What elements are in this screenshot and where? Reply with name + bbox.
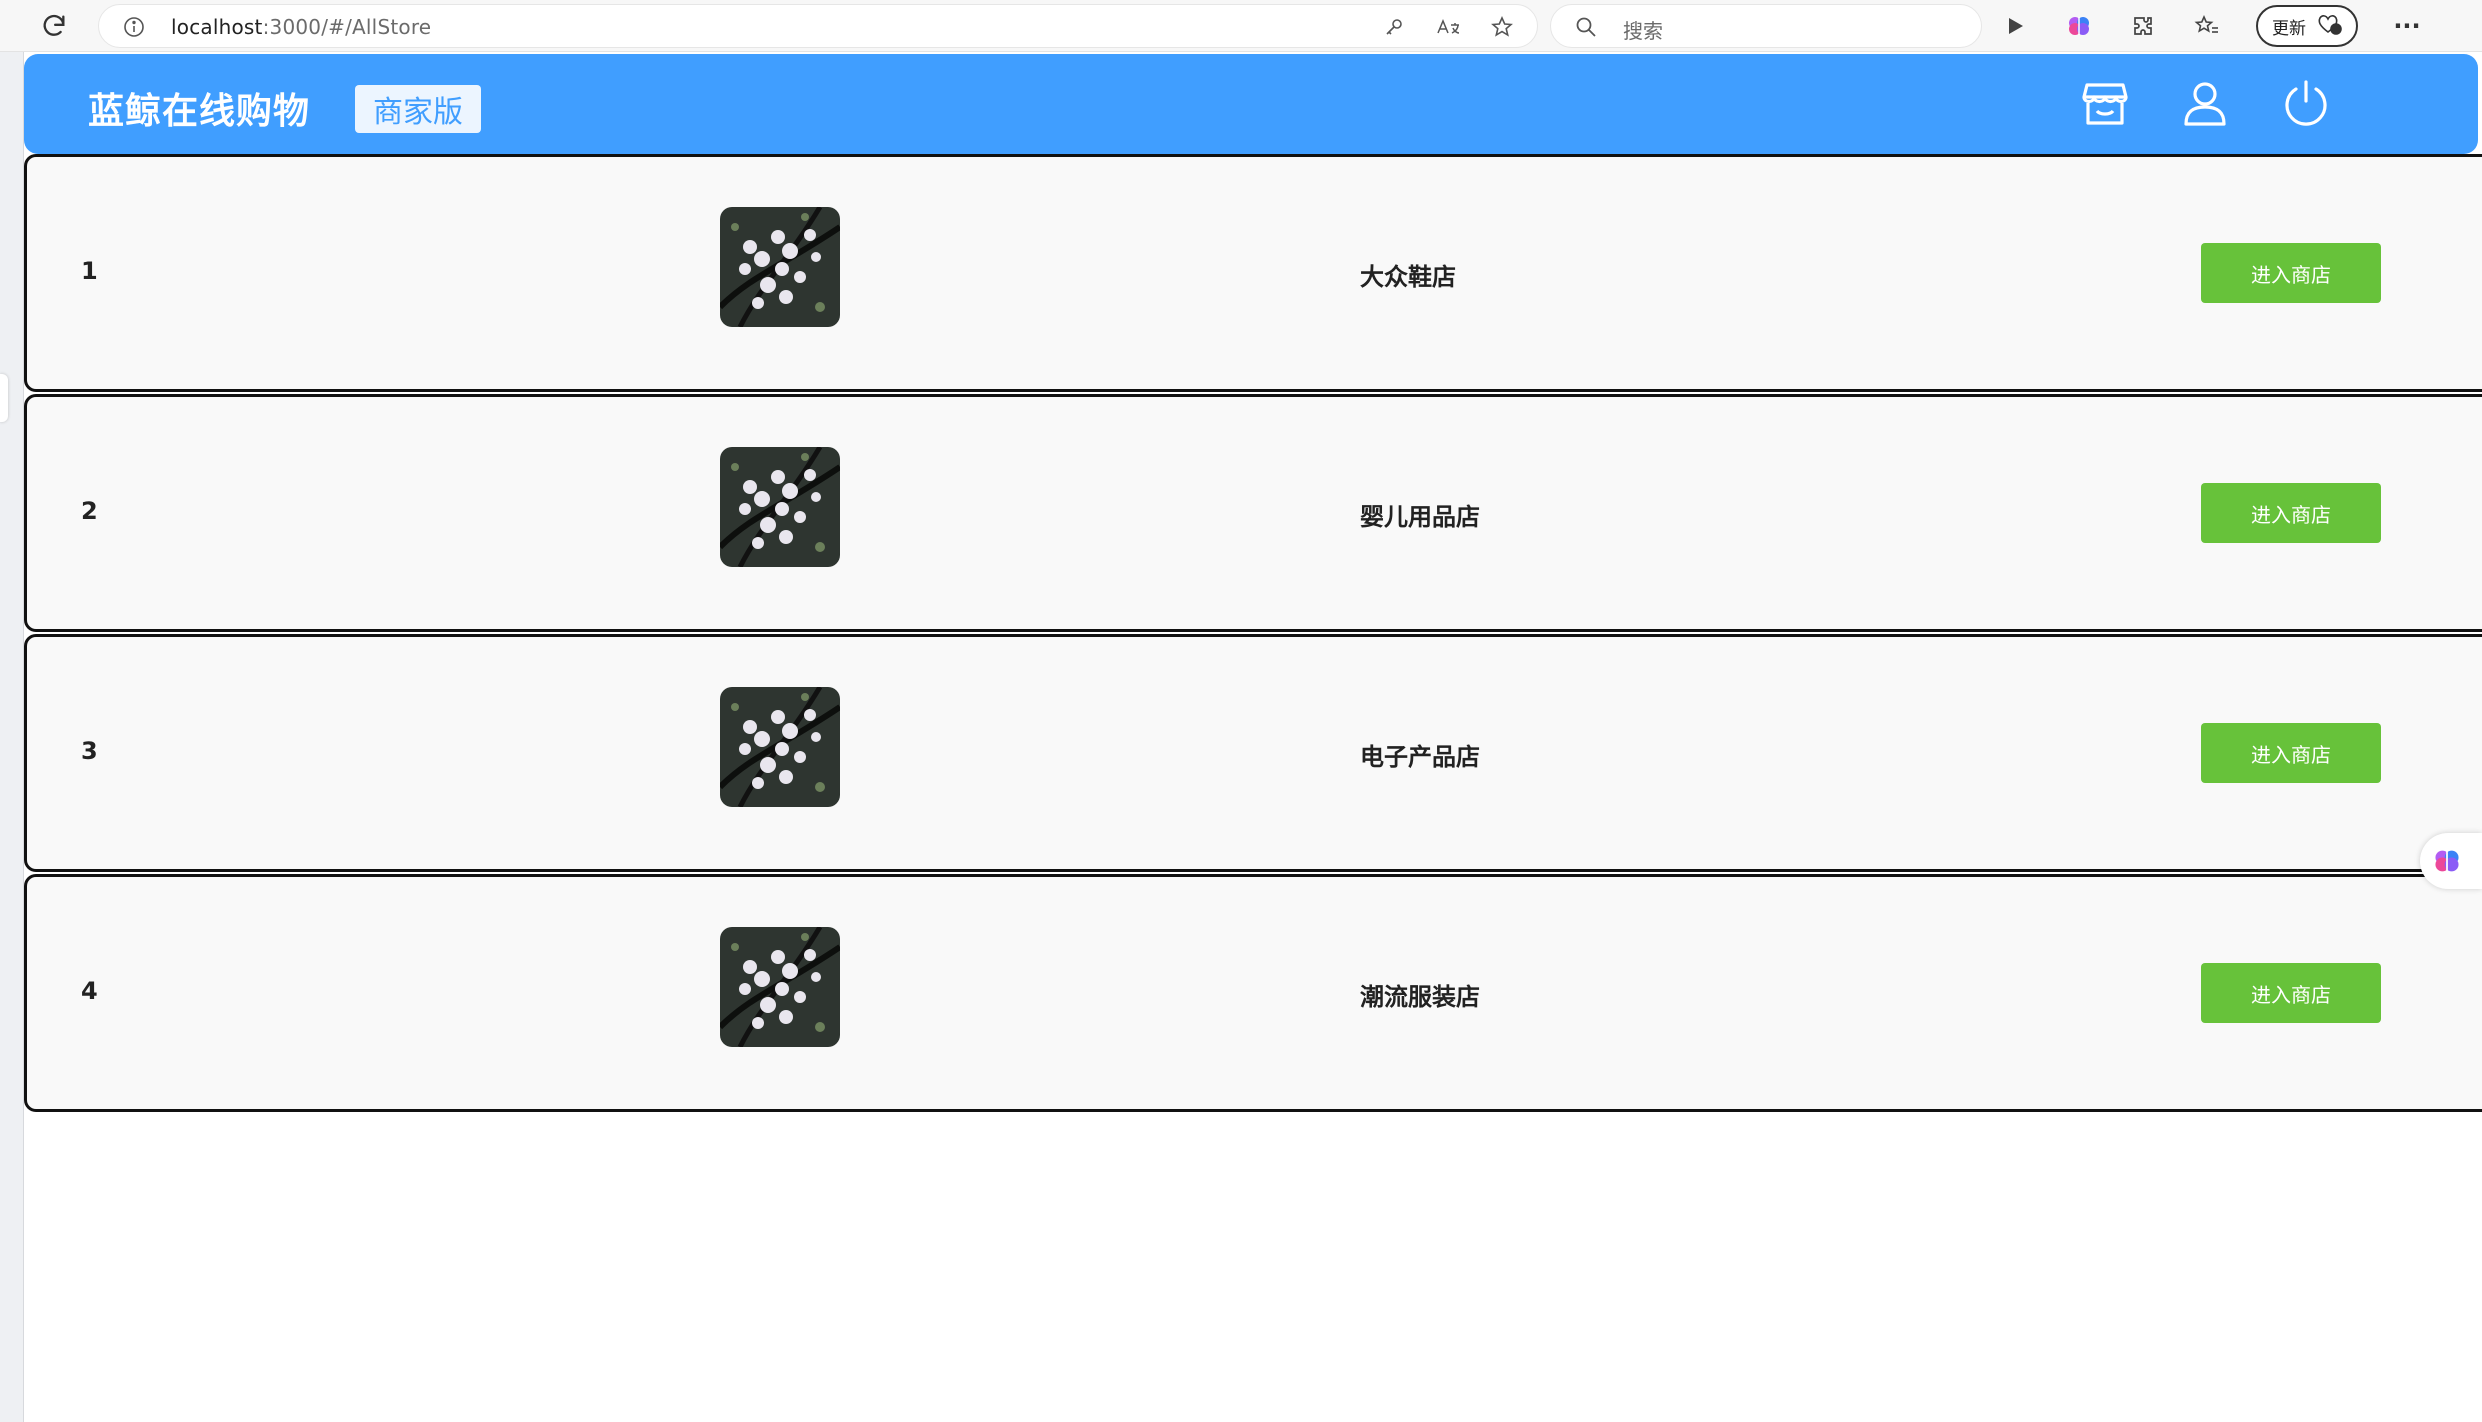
page-content: 蓝鲸在线购物 商家版 1 大众鞋店 进入商店 2 婴儿用品店 进入商店 3 电子… [24, 52, 2482, 1422]
more-menu-icon[interactable]: ··· [2392, 11, 2422, 41]
power-icon[interactable] [2277, 74, 2335, 132]
copilot-brain-icon [2435, 850, 2459, 872]
store-index: 1 [81, 257, 98, 285]
enter-store-button[interactable]: 进入商店 [2201, 243, 2381, 303]
store-index: 3 [81, 737, 98, 765]
left-gutter [0, 52, 24, 1422]
store-name: 婴儿用品店 [1360, 503, 1480, 531]
store-image [720, 447, 840, 567]
url-path: :3000/#/AllStore [262, 15, 432, 39]
store-row: 2 婴儿用品店 进入商店 [24, 394, 2482, 632]
store-image [720, 927, 840, 1047]
edition-tag: 商家版 [355, 85, 481, 133]
sidebar-toggle[interactable] [0, 374, 8, 422]
copilot-brain-icon[interactable] [2064, 11, 2094, 41]
url-text[interactable]: localhost:3000/#/AllStore [171, 15, 431, 39]
health-icon [2316, 12, 2342, 41]
info-icon[interactable] [123, 16, 145, 38]
browser-search[interactable]: 搜索 [1550, 4, 1982, 48]
extensions-icon[interactable] [2128, 11, 2158, 41]
store-name: 潮流服装店 [1360, 983, 1480, 1011]
play-icon[interactable] [2000, 11, 2030, 41]
store-row: 4 潮流服装店 进入商店 [24, 874, 2482, 1112]
reload-icon[interactable] [38, 10, 70, 42]
copilot-side-button[interactable] [2420, 833, 2482, 889]
brand-title[interactable]: 蓝鲸在线购物 [88, 82, 310, 134]
store-image [720, 687, 840, 807]
update-label: 更新 [2272, 18, 2306, 39]
user-icon[interactable] [2176, 74, 2234, 132]
translate-icon[interactable] [1435, 14, 1461, 40]
address-bar[interactable]: localhost:3000/#/AllStore [98, 4, 1538, 48]
url-host: localhost [171, 15, 263, 39]
store-index: 2 [81, 497, 98, 525]
store-name: 大众鞋店 [1360, 263, 1456, 291]
store-row: 3 电子产品店 进入商店 [24, 634, 2482, 872]
browser-toolbar: localhost:3000/#/AllStore 搜索 更新 ··· [0, 0, 2482, 52]
key-icon[interactable] [1381, 14, 1407, 40]
browser-tools: 更新 ··· [2000, 5, 2422, 47]
store-image [720, 207, 840, 327]
store-icon[interactable] [2076, 74, 2134, 132]
store-name: 电子产品店 [1360, 743, 1480, 771]
favorite-star-icon[interactable] [1489, 14, 1515, 40]
search-placeholder: 搜索 [1623, 19, 1663, 43]
enter-store-button[interactable]: 进入商店 [2201, 963, 2381, 1023]
app-header: 蓝鲸在线购物 商家版 [24, 54, 2478, 154]
store-index: 4 [81, 977, 98, 1005]
enter-store-button[interactable]: 进入商店 [2201, 723, 2381, 783]
favorites-list-icon[interactable] [2192, 11, 2222, 41]
update-button[interactable]: 更新 [2256, 5, 2358, 47]
store-row: 1 大众鞋店 进入商店 [24, 154, 2482, 392]
search-icon [1575, 16, 1597, 38]
enter-store-button[interactable]: 进入商店 [2201, 483, 2381, 543]
